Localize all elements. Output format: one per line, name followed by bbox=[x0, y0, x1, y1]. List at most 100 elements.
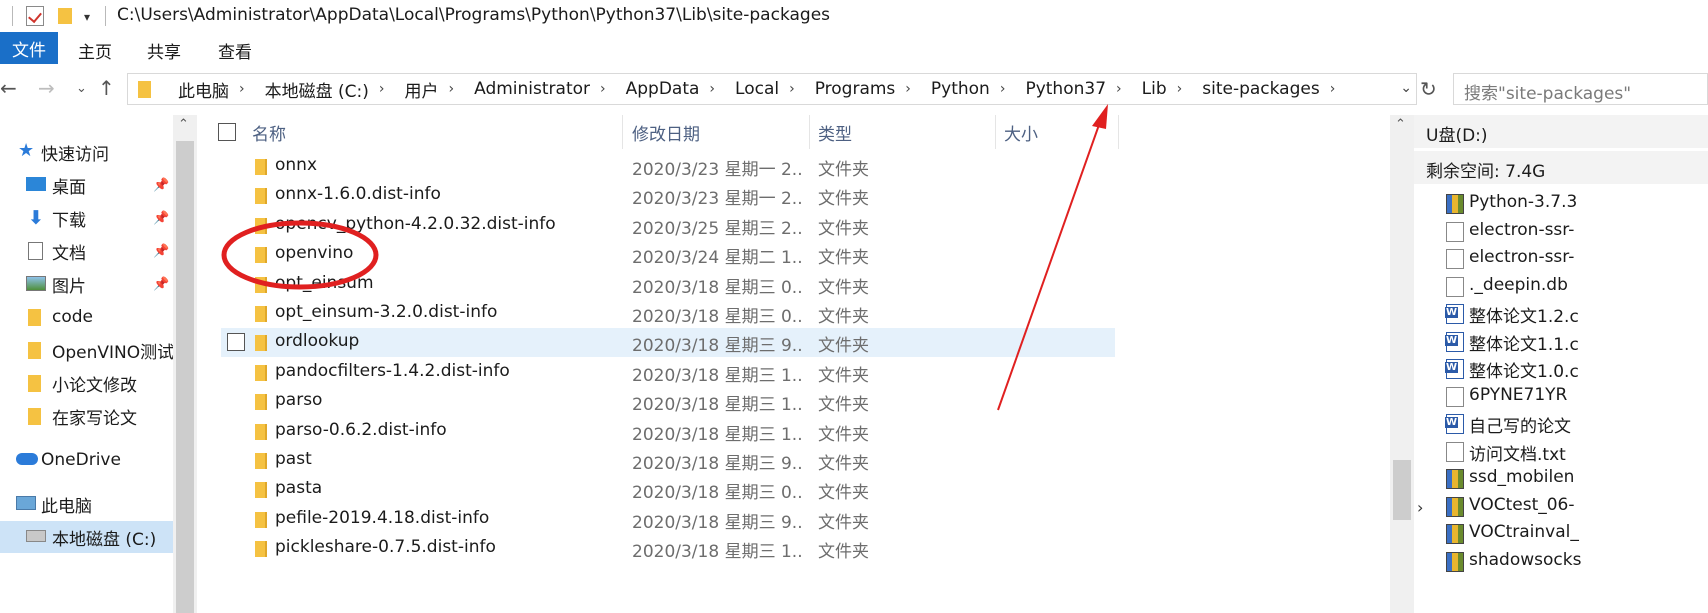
nav-this-pc[interactable]: 此电脑 bbox=[0, 488, 173, 520]
nav-quick-access[interactable]: ★ 快速访问 bbox=[0, 136, 173, 168]
file-row[interactable]: pickleshare-0.7.5.dist-info 2020/3/18 星期三… bbox=[221, 534, 1115, 563]
column-divider[interactable] bbox=[995, 115, 996, 149]
file-row[interactable]: pasta 2020/3/18 星期三 0... 文件夹 bbox=[221, 475, 1115, 504]
scroll-up-icon[interactable]: ⌃ bbox=[178, 117, 189, 132]
column-header-type[interactable]: 类型 bbox=[818, 115, 852, 149]
file-row[interactable]: onnx 2020/3/23 星期一 2... 文件夹 bbox=[221, 152, 1115, 181]
file-row[interactable]: past 2020/3/18 星期三 9... 文件夹 bbox=[221, 446, 1115, 475]
file-date: 2020/3/18 星期三 1... bbox=[632, 395, 802, 416]
column-divider[interactable] bbox=[1118, 115, 1119, 149]
drive-item[interactable]: Python-3.7.3 bbox=[1444, 190, 1708, 217]
column-header-name[interactable]: 名称 bbox=[252, 115, 286, 149]
file-row[interactable]: opencv_python-4.2.0.32.dist-info 2020/3/2… bbox=[221, 211, 1115, 240]
folder-icon bbox=[255, 511, 267, 528]
column-divider[interactable] bbox=[809, 115, 810, 149]
file-row[interactable]: pefile-2019.4.18.dist-info 2020/3/18 星期三 … bbox=[221, 505, 1115, 534]
tab-share[interactable]: 共享 bbox=[147, 38, 181, 63]
breadcrumb-item[interactable]: site-packages bbox=[1182, 79, 1329, 99]
pin-icon[interactable]: 📌 bbox=[153, 277, 169, 292]
file-row[interactable]: parso-0.6.2.dist-info 2020/3/18 星期三 1... 文… bbox=[221, 417, 1115, 446]
nav-pictures[interactable]: 图片 📌 bbox=[0, 268, 173, 300]
document-icon bbox=[28, 242, 43, 260]
file-row[interactable]: openvino 2020/3/24 星期二 1... 文件夹 bbox=[221, 240, 1115, 269]
file-list-scrollbar[interactable]: ⌃ bbox=[1390, 115, 1414, 613]
file-row[interactable]: parso 2020/3/18 星期三 1... 文件夹 bbox=[221, 387, 1115, 416]
file-row[interactable]: pandocfilters-1.4.2.dist-info 2020/3/18 星… bbox=[221, 358, 1115, 387]
scrollbar-thumb[interactable] bbox=[176, 141, 194, 613]
select-all-checkbox[interactable] bbox=[218, 123, 236, 141]
nav-small-paper[interactable]: 小论文修改 bbox=[0, 367, 173, 399]
breadcrumb-item[interactable]: 用户 bbox=[385, 77, 449, 102]
scrollbar-thumb[interactable] bbox=[1393, 460, 1411, 520]
pin-icon[interactable]: 📌 bbox=[153, 178, 169, 193]
zip-icon bbox=[1446, 496, 1464, 517]
drive-item[interactable]: 整体论文1.2.c bbox=[1444, 300, 1708, 327]
breadcrumb-item[interactable]: Python37 bbox=[1005, 79, 1116, 99]
address-dropdown-icon[interactable]: ⌄ bbox=[1400, 80, 1412, 96]
folder-icon bbox=[28, 342, 41, 359]
tab-file[interactable]: 文件 bbox=[0, 32, 58, 64]
scroll-up-icon[interactable]: ⌃ bbox=[1395, 117, 1406, 132]
nav-desktop[interactable]: 桌面 📌 bbox=[0, 169, 173, 201]
nav-downloads[interactable]: ⬇ 下载 📌 bbox=[0, 202, 173, 234]
tab-home[interactable]: 主页 bbox=[78, 38, 112, 63]
drive-item[interactable]: VOCtest_06- bbox=[1444, 493, 1708, 520]
address-bar[interactable]: 此电脑 › 本地磁盘 (C:) › 用户 › Administrator › AppData › L… bbox=[127, 73, 1417, 105]
file-row[interactable]: onnx-1.6.0.dist-info 2020/3/23 星期一 2... 文件… bbox=[221, 181, 1115, 210]
column-header-date[interactable]: 修改日期 bbox=[632, 115, 700, 149]
breadcrumb-item[interactable]: Programs bbox=[795, 79, 906, 99]
search-input[interactable]: 搜索"site-packages" bbox=[1453, 73, 1708, 105]
nav-code[interactable]: code bbox=[0, 301, 173, 333]
breadcrumb-item[interactable]: Administrator bbox=[454, 79, 600, 99]
breadcrumb-item[interactable]: Local bbox=[715, 79, 789, 99]
properties-icon[interactable] bbox=[26, 6, 44, 26]
pin-icon[interactable]: 📌 bbox=[153, 211, 169, 226]
drive-item[interactable]: ._deepin.db bbox=[1444, 273, 1708, 300]
drive-item[interactable]: 整体论文1.0.c bbox=[1444, 355, 1708, 382]
ribbon-tabs: 文件 主页 共享 查看 bbox=[0, 32, 1708, 64]
file-name: pasta bbox=[275, 478, 323, 499]
drive-item[interactable]: 6PYNE71YR bbox=[1444, 383, 1708, 410]
file-row[interactable]: opt_einsum-3.2.0.dist-info 2020/3/18 星期三 … bbox=[221, 299, 1115, 328]
nav-home-paper[interactable]: 在家写论文 bbox=[0, 400, 173, 432]
forward-icon[interactable]: → bbox=[38, 76, 55, 100]
breadcrumb-item[interactable]: Python bbox=[911, 79, 1000, 99]
row-checkbox[interactable] bbox=[227, 333, 245, 352]
breadcrumb-item[interactable]: Lib bbox=[1122, 79, 1177, 99]
recent-locations-icon[interactable]: ⌄ bbox=[76, 81, 87, 96]
nav-local-disk[interactable]: 本地磁盘 (C:) bbox=[0, 521, 173, 553]
refresh-icon[interactable]: ↻ bbox=[1420, 77, 1437, 101]
file-row[interactable]: opt_einsum 2020/3/18 星期三 0... 文件夹 bbox=[221, 270, 1115, 299]
drive-item[interactable]: ssd_mobilen bbox=[1444, 465, 1708, 492]
drive-item[interactable]: shadowsocks bbox=[1444, 548, 1708, 575]
new-folder-icon[interactable] bbox=[58, 8, 72, 24]
breadcrumb-item[interactable]: AppData bbox=[606, 79, 710, 99]
drive-item[interactable]: 自己写的论文 bbox=[1444, 410, 1708, 437]
nav-documents[interactable]: 文档 📌 bbox=[0, 235, 173, 267]
drive-item[interactable]: 访问文档.txt bbox=[1444, 438, 1708, 465]
drive-item[interactable]: electron-ssr- bbox=[1444, 245, 1708, 272]
qat-dropdown-icon[interactable]: ▾ bbox=[84, 10, 90, 24]
drive-item[interactable]: 整体论文1.1.c bbox=[1444, 328, 1708, 355]
breadcrumb-chevron-icon[interactable]: › bbox=[1330, 81, 1336, 97]
breadcrumb-item[interactable]: 本地磁盘 (C:) bbox=[245, 77, 379, 102]
column-divider[interactable] bbox=[622, 115, 623, 149]
drive-item[interactable]: electron-ssr- bbox=[1444, 218, 1708, 245]
nav-openvino-test[interactable]: OpenVINO测试 bbox=[0, 334, 173, 366]
nav-label: 本地磁盘 (C:) bbox=[52, 529, 157, 550]
file-date: 2020/3/18 星期三 0... bbox=[632, 277, 802, 298]
drive-title[interactable]: U盘(D:) bbox=[1414, 115, 1708, 148]
column-header-size[interactable]: 大小 bbox=[1004, 115, 1038, 149]
pin-icon[interactable]: 📌 bbox=[153, 244, 169, 259]
drive-item[interactable]: VOCtrainval_ bbox=[1444, 520, 1708, 547]
file-name: pickleshare-0.7.5.dist-info bbox=[275, 537, 496, 558]
nav-pane-scrollbar[interactable]: ⌃ bbox=[173, 115, 197, 613]
tab-view[interactable]: 查看 bbox=[218, 38, 252, 63]
file-row[interactable]: ordlookup 2020/3/18 星期三 9... 文件夹 bbox=[221, 328, 1115, 358]
nav-onedrive[interactable]: OneDrive bbox=[0, 444, 173, 476]
up-icon[interactable]: ↑ bbox=[98, 76, 115, 100]
back-icon[interactable]: ← bbox=[0, 76, 17, 100]
breadcrumb-item[interactable]: 此电脑 bbox=[158, 77, 239, 102]
file-name: parso-0.6.2.dist-info bbox=[275, 419, 447, 440]
file-type: 文件夹 bbox=[818, 277, 869, 298]
